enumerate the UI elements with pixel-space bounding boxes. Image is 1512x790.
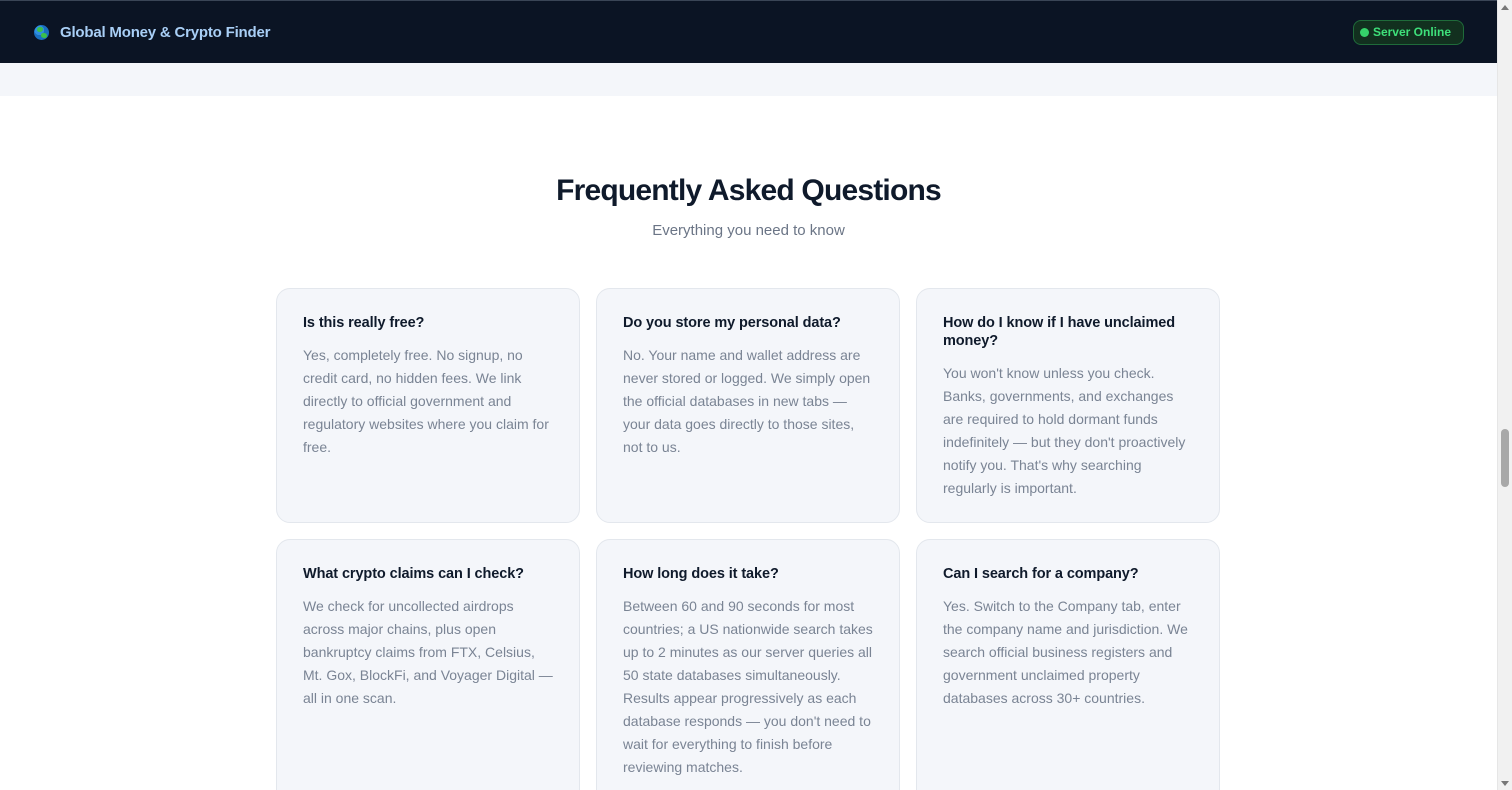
faq-answer: Between 60 and 90 seconds for most count… <box>623 598 873 775</box>
brand-title: Global Money & Crypto Finder <box>60 23 271 41</box>
faq-answer: We check for uncollected airdrops across… <box>303 598 553 706</box>
globe-icon <box>34 24 49 40</box>
faq-card: Can I search for a company? Yes. Switch … <box>916 539 1220 790</box>
scroll-up-arrow-icon[interactable] <box>1501 5 1509 10</box>
scrollbar-thumb[interactable] <box>1501 429 1509 487</box>
faq-title: Frequently Asked Questions <box>556 174 942 207</box>
faq-answer: Yes, completely free. No signup, no cred… <box>303 347 549 455</box>
page-scrollbar[interactable] <box>1497 0 1512 790</box>
faq-card: Do you store my personal data? No. Your … <box>596 288 900 523</box>
section-divider-strip <box>0 63 1497 96</box>
faq-card: What crypto claims can I check? We check… <box>276 539 580 790</box>
faq-answer: Yes. Switch to the Company tab, enter th… <box>943 598 1188 706</box>
top-navbar: Global Money & Crypto Finder Server Onli… <box>0 0 1497 63</box>
faq-question: How do I know if I have unclaimed money? <box>943 315 1175 349</box>
faq-subtitle: Everything you need to know <box>652 222 845 239</box>
faq-answer: No. Your name and wallet address are nev… <box>623 347 871 455</box>
browser-viewport: Global Money & Crypto Finder Server Onli… <box>0 0 1512 790</box>
status-dot-icon <box>1359 27 1369 37</box>
faq-answer: You won't know unless you check. Banks, … <box>943 365 1186 496</box>
server-status-text: Server Online <box>1372 25 1451 39</box>
faq-card: How long does it take? Between 60 and 90… <box>596 539 900 790</box>
scroll-down-arrow-icon[interactable] <box>1501 781 1509 786</box>
faq-question: How long does it take? <box>623 566 779 582</box>
server-status-badge: Server Online <box>1352 19 1464 45</box>
page-content: Global Money & Crypto Finder Server Onli… <box>0 0 1497 790</box>
faq-question: Can I search for a company? <box>943 566 1139 582</box>
faq-question: Do you store my personal data? <box>623 315 841 331</box>
faq-card: How do I know if I have unclaimed money?… <box>916 288 1220 523</box>
faq-question: What crypto claims can I check? <box>303 566 524 582</box>
faq-card: Is this really free? Yes, completely fre… <box>276 288 580 523</box>
brand[interactable]: Global Money & Crypto Finder <box>34 24 270 41</box>
faq-question: Is this really free? <box>303 315 425 331</box>
